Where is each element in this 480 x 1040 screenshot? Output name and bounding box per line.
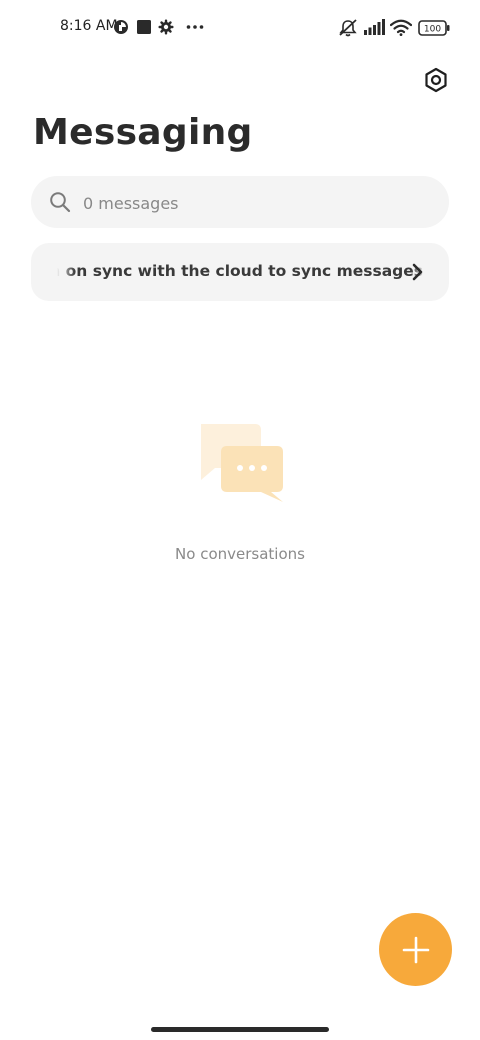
settings-button[interactable] bbox=[420, 64, 452, 96]
new-conversation-button[interactable] bbox=[379, 913, 452, 986]
status-bar: 8:16 AM 100 bbox=[0, 0, 480, 56]
more-dots-icon bbox=[186, 19, 204, 37]
stop-square-icon bbox=[137, 19, 152, 37]
muted-bell-icon bbox=[338, 19, 358, 37]
hexagon-settings-icon bbox=[425, 67, 447, 93]
plus-icon bbox=[402, 936, 429, 963]
page-title: Messaging bbox=[33, 112, 253, 153]
chevron-right-icon[interactable] bbox=[408, 262, 428, 282]
status-time: 8:16 AM bbox=[60, 18, 118, 34]
sync-text-window: Turn on sync with the cloud to sync mess… bbox=[57, 243, 423, 301]
sync-banner-text: Turn on sync with the cloud to sync mess… bbox=[57, 262, 423, 280]
empty-state-text: No conversations bbox=[175, 545, 305, 563]
battery-icon: 100 bbox=[418, 20, 450, 38]
search-input[interactable] bbox=[81, 176, 435, 230]
home-indicator[interactable] bbox=[151, 1027, 329, 1032]
clock-app-icon bbox=[113, 19, 129, 37]
gear-icon bbox=[158, 19, 174, 37]
sync-fade-left bbox=[57, 243, 75, 301]
battery-level-text: 100 bbox=[424, 25, 441, 35]
search-icon bbox=[49, 191, 71, 213]
search-bar[interactable] bbox=[31, 176, 449, 230]
chat-bubbles-icon bbox=[195, 422, 287, 504]
sync-banner[interactable]: Turn on sync with the cloud to sync mess… bbox=[31, 243, 449, 301]
signal-icon bbox=[364, 19, 386, 37]
wifi-icon bbox=[390, 19, 412, 37]
